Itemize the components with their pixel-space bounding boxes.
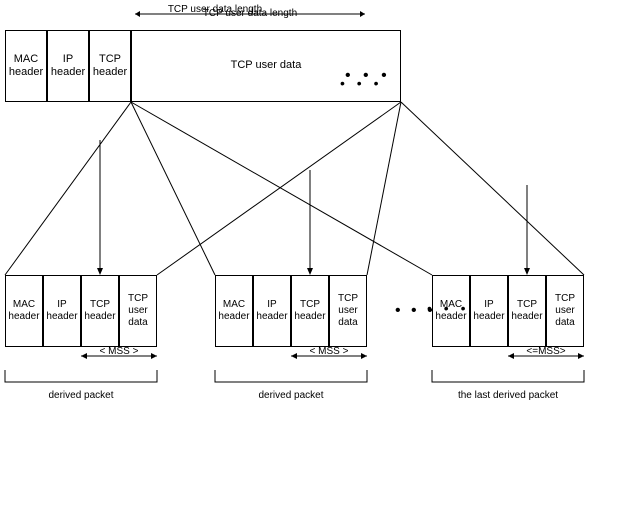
second-packet-group: MAC header IP header TCP header TCP user… xyxy=(215,275,367,347)
first-tcp-header: TCP header xyxy=(81,275,119,347)
top-tcp-header: TCP header xyxy=(89,30,131,102)
svg-text:< MSS >: < MSS > xyxy=(310,346,349,357)
last-packet-group: MAC header IP header TCP header TCP user… xyxy=(432,275,584,347)
top-mac-header: MAC header xyxy=(5,30,47,102)
last-ip-header: IP header xyxy=(470,275,508,347)
second-ip-header: IP header xyxy=(253,275,291,347)
svg-text:derived packet: derived packet xyxy=(258,390,323,401)
svg-text:<=MSS>: <=MSS> xyxy=(526,346,565,357)
top-packet: MAC header IP header TCP header TCP user… xyxy=(5,30,401,102)
svg-text:< MSS >: < MSS > xyxy=(100,346,139,357)
second-packet-row: MAC header IP header TCP header TCP user… xyxy=(215,275,367,347)
first-packet-row: MAC header IP header TCP header TCP user… xyxy=(5,275,157,347)
first-mac-header: MAC header xyxy=(5,275,43,347)
first-packet-group: MAC header IP header TCP header TCP user… xyxy=(5,275,157,347)
last-tcp-header: TCP header xyxy=(508,275,546,347)
second-mac-header: MAC header xyxy=(215,275,253,347)
second-tcp-data: TCP user data xyxy=(329,275,367,347)
top-tcp-data: TCP user data xyxy=(131,30,401,102)
last-tcp-data: TCP user data xyxy=(546,275,584,347)
first-tcp-data: TCP user data xyxy=(119,275,157,347)
top-ip-header: IP header xyxy=(47,30,89,102)
diagram-container: TCP user data length MAC header IP heade… xyxy=(0,0,629,506)
svg-text:derived packet: derived packet xyxy=(48,390,113,401)
tcp-user-data-length-label: TCP user data length xyxy=(135,8,365,19)
last-packet-row: MAC header IP header TCP header TCP user… xyxy=(432,275,584,347)
dots-top: • • • xyxy=(340,75,382,91)
first-ip-header: IP header xyxy=(43,275,81,347)
second-tcp-header: TCP header xyxy=(291,275,329,347)
last-mac-header: MAC header xyxy=(432,275,470,347)
svg-text:the last derived packet: the last derived packet xyxy=(458,390,558,401)
